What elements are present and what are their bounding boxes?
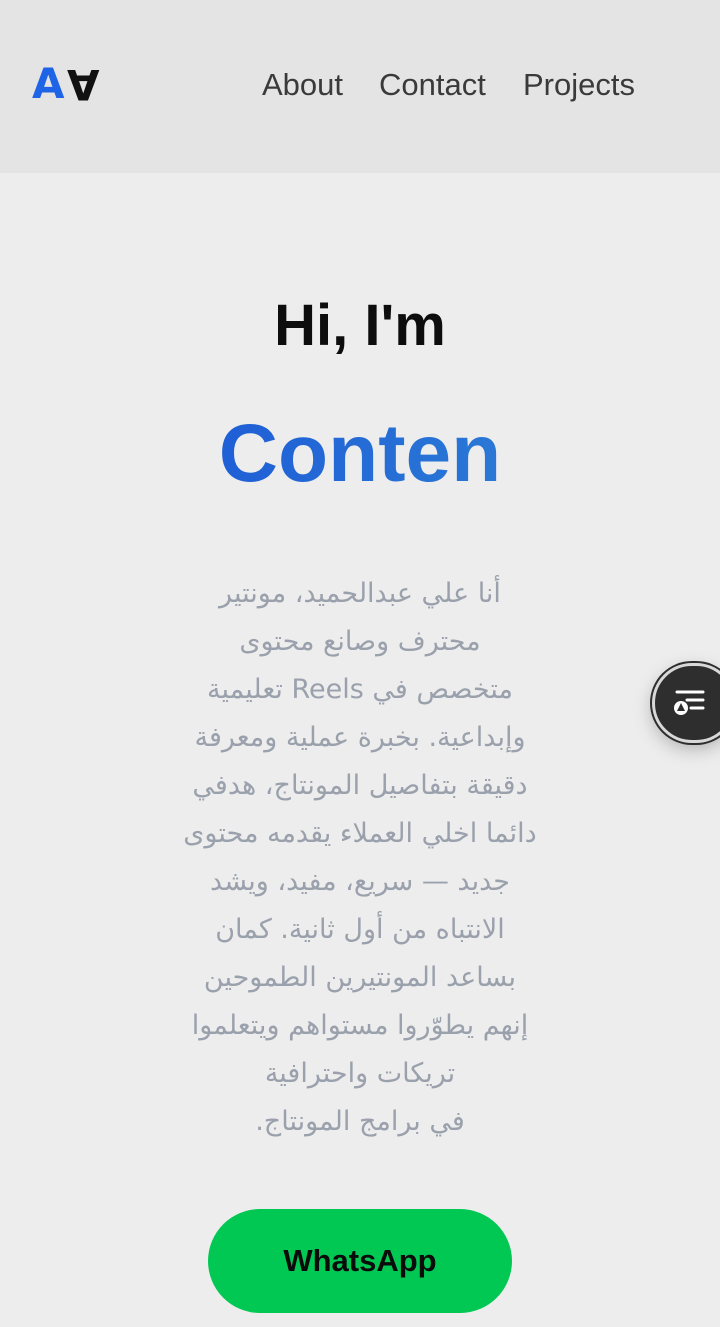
reader-menu-button[interactable] xyxy=(652,663,720,743)
logo-letter-right-inverted: A xyxy=(65,60,100,109)
hero-role-text: Conten xyxy=(218,408,502,499)
bio-line: في برامج المونتاج. xyxy=(255,1106,465,1137)
whatsapp-button[interactable]: WhatsApp xyxy=(208,1209,512,1313)
bio-line: وإبداعية. بخبرة عملية ومعرفة xyxy=(194,722,526,753)
nav-about-link[interactable]: About xyxy=(262,62,343,108)
nav-contact-link[interactable]: Contact xyxy=(379,62,486,108)
bio-line: دائما اخلي العملاء يقدمه محتوى xyxy=(183,818,537,849)
site-header: AA About Contact Projects xyxy=(0,0,720,173)
hero-role-typing: Conten xyxy=(0,404,720,504)
bio-line: الانتباه من أول ثانية. كمان xyxy=(215,914,505,945)
nav-projects-link[interactable]: Projects xyxy=(523,62,635,108)
bio-line: أنا علي عبدالحميد، مونتير xyxy=(219,578,501,609)
bio-line: متخصص في Reels تعليمية xyxy=(207,674,513,705)
logo[interactable]: AA xyxy=(32,58,99,110)
logo-letter-left: A xyxy=(32,59,66,108)
bio-line: دقيقة بتفاصيل المونتاج، هدفي xyxy=(192,770,528,801)
bio-line: تريكات واحترافية xyxy=(264,1058,456,1089)
page: AA About Contact Projects Hi, I'm Conten… xyxy=(0,0,720,1327)
hero-greeting: Hi, I'm xyxy=(274,293,446,358)
bio-line: محترف وصانع محتوى xyxy=(239,626,481,657)
bio-paragraph: أنا علي عبدالحميد، مونتير محترف وصانع مح… xyxy=(170,570,550,1146)
reader-menu-icon xyxy=(674,690,705,715)
bio-line: إنهم يطوّروا مستواهم ويتعلموا xyxy=(191,1010,529,1041)
bio-line: بساعد المونتيرين الطموحين xyxy=(203,962,517,993)
bio-line: جديد — سريع، مفيد، ويشد xyxy=(210,866,510,897)
